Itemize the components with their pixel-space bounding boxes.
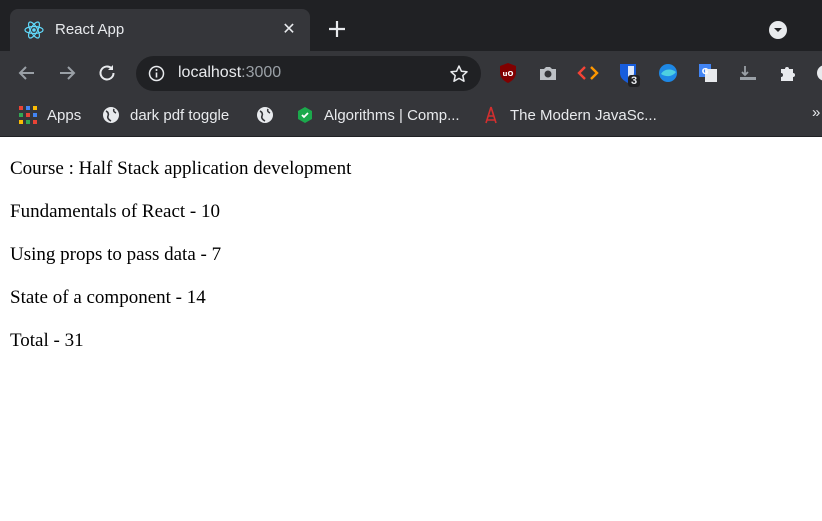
page-content: Course : Half Stack application developm…	[0, 137, 822, 521]
forward-arrow-icon[interactable]	[56, 62, 78, 84]
browser-tab[interactable]: React App ✕	[10, 9, 310, 51]
tab-search-chevron-icon[interactable]	[768, 20, 788, 40]
tab-close-icon[interactable]: ✕	[280, 21, 298, 39]
part-item: Using props to pass data - 7	[10, 244, 222, 265]
total-exercises: Total - 31	[10, 330, 84, 351]
bookmark-modern-javascript[interactable]: The Modern JavaSc...	[482, 103, 657, 127]
translate-icon[interactable]: G	[697, 62, 719, 84]
url-text[interactable]: localhost:3000	[178, 64, 281, 82]
globe-icon	[103, 107, 119, 123]
address-bar[interactable]: localhost:3000	[136, 56, 481, 91]
bookmark-label: The Modern JavaSc...	[510, 106, 657, 124]
tower-icon	[485, 106, 497, 124]
bookmark-label: Apps	[47, 106, 82, 124]
hexagon-logo-icon	[298, 107, 312, 123]
new-tab-plus-icon[interactable]	[326, 18, 348, 40]
bitwarden-icon[interactable]: 3	[617, 62, 641, 87]
url-port: :3000	[241, 64, 282, 81]
site-info-icon[interactable]	[148, 65, 165, 82]
extension-badge: 3	[628, 75, 641, 87]
bookmark-apps[interactable]: Apps	[19, 103, 81, 127]
reload-icon[interactable]	[96, 62, 118, 84]
bookmark-algorithms[interactable]: Algorithms | Comp...	[296, 103, 460, 127]
browser-toolbar: localhost:3000 uO 3 G	[0, 51, 822, 96]
bookmark-globe[interactable]	[256, 103, 284, 127]
apps-grid-icon	[19, 106, 37, 124]
course-title: Course : Half Stack application developm…	[10, 158, 352, 179]
tab-title: React App	[55, 21, 125, 38]
tray-icon[interactable]	[737, 62, 759, 84]
bookmarks-bar: Apps dark pdf toggle Algorithms | Comp..…	[0, 96, 822, 137]
svg-text:G: G	[702, 67, 709, 76]
profile-avatar-icon[interactable]	[814, 62, 822, 84]
camera-icon[interactable]	[537, 62, 559, 84]
bookmarks-overflow-icon[interactable]: »	[812, 104, 820, 121]
tab-strip: React App ✕	[0, 0, 822, 51]
code-icon[interactable]	[577, 62, 599, 84]
bookmark-label: dark pdf toggle	[130, 106, 230, 124]
react-logo-icon	[24, 21, 44, 39]
url-host: localhost	[178, 64, 242, 81]
blue-ext-icon[interactable]	[657, 62, 679, 84]
part-item: State of a component - 14	[10, 287, 206, 308]
part-item: Fundamentals of React - 10	[10, 201, 221, 222]
back-arrow-icon[interactable]	[16, 62, 38, 84]
svg-text:uO: uO	[503, 70, 514, 78]
globe-icon	[257, 107, 273, 123]
ublock-icon[interactable]: uO	[497, 62, 519, 84]
puzzle-icon[interactable]	[777, 62, 799, 84]
bookmark-star-icon[interactable]	[449, 64, 469, 84]
bookmark-dark-pdf-toggle[interactable]: dark pdf toggle	[102, 103, 229, 127]
bookmark-label: Algorithms | Comp...	[324, 106, 460, 124]
